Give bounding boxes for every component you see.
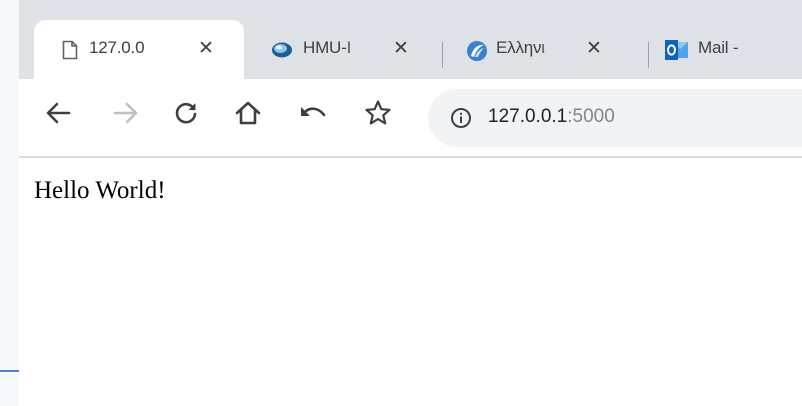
undo-button[interactable] [294, 95, 332, 135]
document-icon [62, 40, 78, 65]
back-icon [45, 101, 71, 130]
home-icon [234, 100, 262, 131]
outlook-icon [665, 39, 689, 66]
reload-button[interactable] [167, 95, 205, 135]
tab-title: Ελληνι [496, 38, 545, 57]
forward-icon [113, 101, 139, 130]
screenshot-root: 127.0.0 ✕ HMU-I ✕ Ελληνι ✕ Mail - 127.0.… [0, 0, 802, 406]
tab-separator [648, 42, 649, 68]
url-text: 127.0.0.1:5000 [488, 106, 615, 128]
hmu-logo-icon [271, 41, 293, 64]
forward-button[interactable] [107, 95, 145, 135]
page-content-text: Hello World! [34, 177, 166, 204]
tab-title: HMU-I [303, 38, 352, 57]
info-icon[interactable] [450, 107, 472, 134]
tab-close-button[interactable]: ✕ [198, 39, 214, 58]
reload-icon [173, 100, 199, 131]
tab-mail[interactable]: Mail - [651, 20, 802, 79]
tab-close-button[interactable]: ✕ [586, 39, 602, 58]
url-host: 127.0.0.1 [488, 106, 568, 127]
tab-greek-site[interactable]: Ελληνι ✕ [444, 20, 634, 79]
window-edge-line [0, 370, 19, 372]
address-bar[interactable]: 127.0.0.1:5000 [428, 89, 802, 147]
back-button[interactable] [39, 95, 77, 135]
tab-separator [442, 42, 443, 68]
home-button[interactable] [229, 95, 267, 135]
undo-icon [299, 102, 327, 129]
bookmark-button[interactable] [359, 95, 397, 135]
url-port: :5000 [567, 106, 615, 127]
toolbar-divider [19, 156, 802, 158]
tab-title: 127.0.0 [89, 38, 145, 57]
tab-close-button[interactable]: ✕ [393, 39, 409, 58]
greek-site-logo-icon [466, 40, 488, 67]
tab-hmu[interactable]: HMU-I ✕ [247, 20, 437, 79]
browser-window: 127.0.0 ✕ HMU-I ✕ Ελληνι ✕ Mail - 127.0.… [19, 0, 802, 406]
tab-localhost[interactable]: 127.0.0 ✕ [34, 20, 244, 79]
bookmark-star-icon [364, 99, 392, 132]
tab-title: Mail - [698, 38, 739, 57]
